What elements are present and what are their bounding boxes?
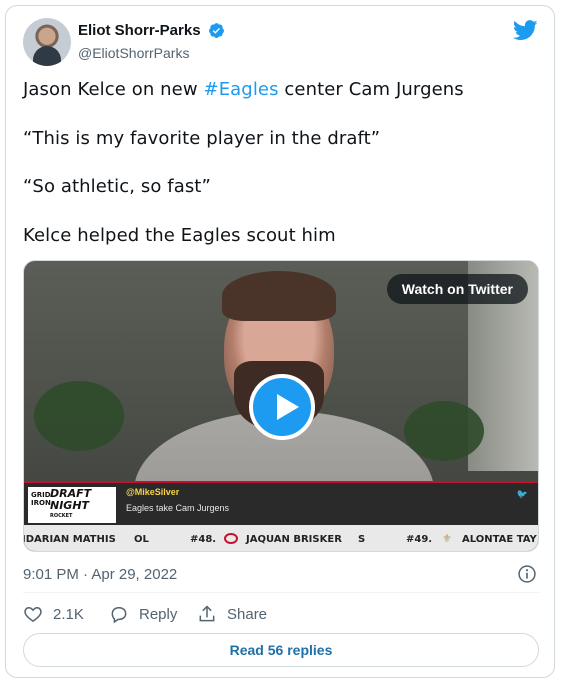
lower-third-caption: Eagles take Cam Jurgens	[126, 503, 230, 513]
logo-small-text: GRID IRON	[31, 491, 51, 507]
lower-third-handle: @MikeSilver	[126, 487, 180, 497]
lower-third-twitter-icon: 🐦	[516, 489, 528, 499]
broadcast-ticker: IDARIAN MATHIS OL #48. JAQUAN BRISKER S …	[24, 525, 538, 551]
share-button[interactable]: Share	[197, 604, 267, 624]
ticker-item: OL	[134, 534, 149, 545]
tweet-timestamp[interactable]: 9:01 PM · Apr 29, 2022	[23, 566, 177, 583]
hashtag-link[interactable]: #Eagles	[204, 79, 279, 100]
background-plant	[34, 381, 124, 451]
ticker-item: JAQUAN BRISKER	[246, 534, 342, 545]
tweet-text-line-3: “So athletic, so fast”	[23, 176, 211, 197]
team-logo-icon: ⚜	[442, 532, 452, 545]
share-icon	[199, 605, 215, 622]
ticker-item: IDARIAN MATHIS	[24, 534, 116, 545]
author-block: Eliot Shorr-Parks @EliotShorrParks	[78, 22, 225, 61]
verified-badge-icon	[209, 23, 224, 39]
play-icon[interactable]	[249, 374, 315, 440]
like-button[interactable]: 2.1K	[23, 604, 84, 624]
tweet-card: Eliot Shorr-Parks @EliotShorrParks Jason…	[5, 5, 555, 678]
ticker-item: #49.	[406, 534, 433, 545]
info-icon[interactable]	[517, 564, 537, 584]
tweet-text-line-1: Jason Kelce on new #Eagles center Cam Ju…	[23, 79, 464, 100]
watch-on-twitter-button[interactable]: Watch on Twitter	[386, 274, 528, 304]
logo-sponsor: ROCKET	[50, 513, 73, 519]
video-person-hair	[222, 271, 336, 321]
broadcast-lower-third: GRID IRON DRAFT NIGHT ROCKET @MikeSilver…	[24, 481, 538, 525]
ticker-item: S	[358, 534, 366, 545]
logo-title: DRAFT NIGHT	[50, 488, 91, 512]
tweet-text-line-2: “This is my favorite player in the draft…	[23, 128, 381, 149]
share-label: Share	[227, 605, 268, 623]
ticker-item: ALONTAE TAY	[462, 534, 537, 545]
reply-button[interactable]: Reply	[109, 604, 177, 624]
reply-label: Reply	[139, 605, 178, 623]
logo-line-2: NIGHT	[50, 499, 90, 512]
twitter-logo-icon[interactable]	[513, 20, 538, 41]
avatar[interactable]	[23, 18, 71, 66]
tweet-text: center Cam Jurgens	[278, 79, 464, 100]
video-player[interactable]: Watch on Twitter GRID IRON DRAFT NIGHT R…	[23, 260, 539, 552]
read-replies-button[interactable]: Read 56 replies	[23, 633, 539, 667]
author-handle[interactable]: @EliotShorrParks	[78, 45, 225, 61]
heart-icon	[24, 606, 42, 622]
divider	[23, 592, 539, 593]
tweet-text: Jason Kelce on new	[23, 79, 204, 100]
tweet-text-line-4: Kelce helped the Eagles scout him	[23, 225, 336, 246]
draft-night-logo: GRID IRON DRAFT NIGHT ROCKET	[28, 487, 116, 523]
reply-icon	[111, 607, 127, 624]
author-name[interactable]: Eliot Shorr-Parks	[78, 22, 201, 39]
background-plant	[404, 401, 484, 461]
like-count: 2.1K	[53, 605, 84, 623]
ticker-item: #48.	[190, 534, 217, 545]
team-logo-icon	[224, 533, 238, 544]
